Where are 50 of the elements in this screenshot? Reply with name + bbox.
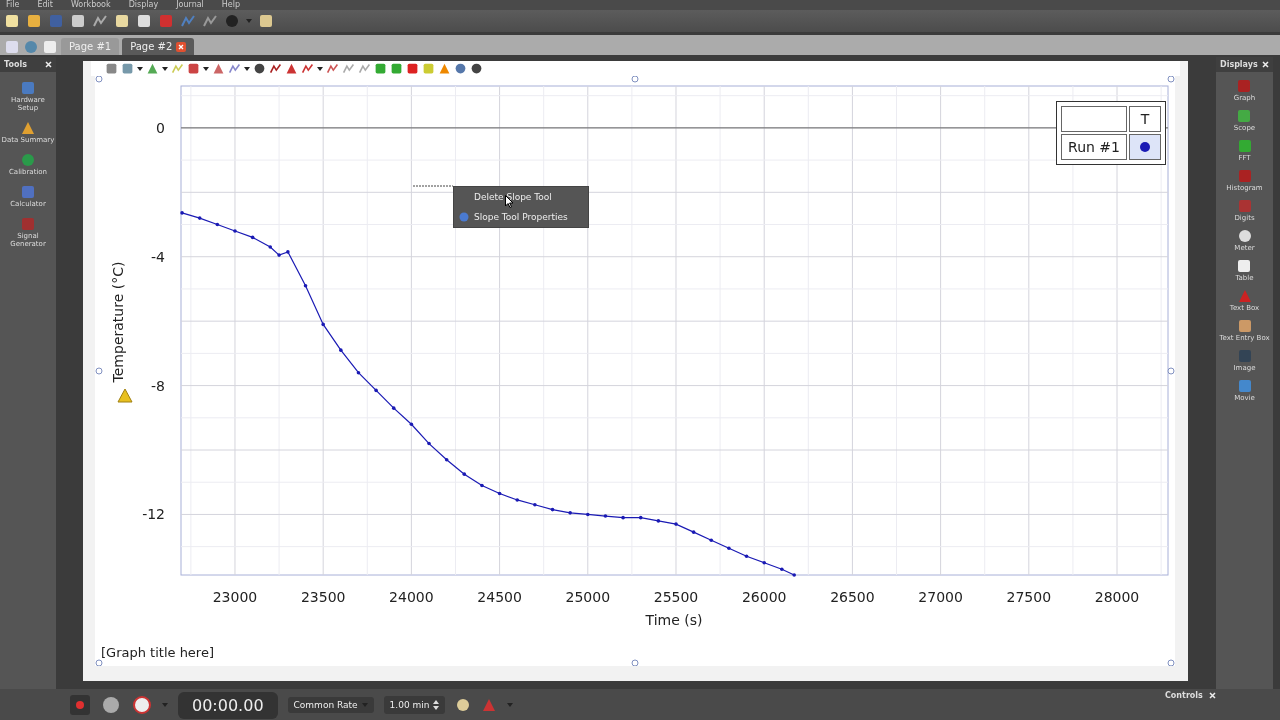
close-icon[interactable] <box>1262 61 1269 68</box>
panel-title: Displays <box>1220 60 1258 69</box>
menu-item[interactable]: Delete Slope Tool <box>454 187 588 207</box>
caret-icon[interactable] <box>244 66 250 71</box>
menu-item[interactable]: Edit <box>37 0 53 10</box>
menu-item[interactable]: Workbook <box>70 0 111 10</box>
x-tick-label: 26000 <box>741 589 787 605</box>
graph-title[interactable]: [Graph title here] <box>101 645 214 660</box>
x-tick-label: 25500 <box>653 589 699 605</box>
y-tick-label: 0 <box>156 119 165 136</box>
caret-icon[interactable] <box>203 66 209 71</box>
close-icon[interactable] <box>1208 692 1216 699</box>
legend-header: T <box>1129 106 1161 132</box>
y-tick-label: -4 <box>151 248 165 265</box>
record-icon[interactable] <box>70 695 90 715</box>
selection-handles[interactable] <box>95 76 1175 666</box>
rate-spinner[interactable]: 1.00 min <box>383 696 446 714</box>
caret-icon[interactable] <box>317 66 323 71</box>
menu-item[interactable]: Display <box>128 0 159 10</box>
menu-item[interactable]: File <box>6 0 20 10</box>
x-tick-label: 25000 <box>565 589 611 605</box>
warning-icon <box>117 388 133 403</box>
menu-item[interactable]: Journal <box>176 0 204 10</box>
y-tick-label: -12 <box>142 506 165 523</box>
legend-cell <box>1061 106 1127 132</box>
spinner-icon[interactable] <box>433 699 440 711</box>
x-tick-label: 23500 <box>300 589 346 605</box>
timer-display: 00:00.00 <box>178 691 278 719</box>
x-tick-label: 23000 <box>212 589 258 605</box>
panel-title: Controls <box>1165 691 1203 700</box>
x-tick-label: 28000 <box>1094 589 1140 605</box>
legend-label: Run #1 <box>1061 134 1127 160</box>
y-axis-label: Temperature (°C) <box>110 261 126 383</box>
panel-title: Tools <box>4 60 27 69</box>
x-tick-label: 27500 <box>1006 589 1052 605</box>
page-tab[interactable]: Page #2 <box>122 38 195 55</box>
x-tick-label: 27000 <box>918 589 963 605</box>
y-tick-label: -8 <box>151 377 165 394</box>
menu-item[interactable]: Slope Tool Properties <box>454 207 588 227</box>
x-tick-label: 24500 <box>477 589 522 605</box>
caret-icon[interactable] <box>137 66 143 71</box>
menu-item[interactable]: Help <box>221 0 241 10</box>
close-icon[interactable] <box>45 61 52 68</box>
close-icon[interactable] <box>176 41 187 52</box>
x-tick-label: 24000 <box>389 589 434 605</box>
caret-icon[interactable] <box>162 66 168 71</box>
x-tick-label: 26500 <box>830 589 875 605</box>
x-axis-label: Time (s) <box>645 612 703 628</box>
start-button[interactable] <box>100 694 122 716</box>
rate-dropdown[interactable]: Common Rate <box>287 697 374 713</box>
